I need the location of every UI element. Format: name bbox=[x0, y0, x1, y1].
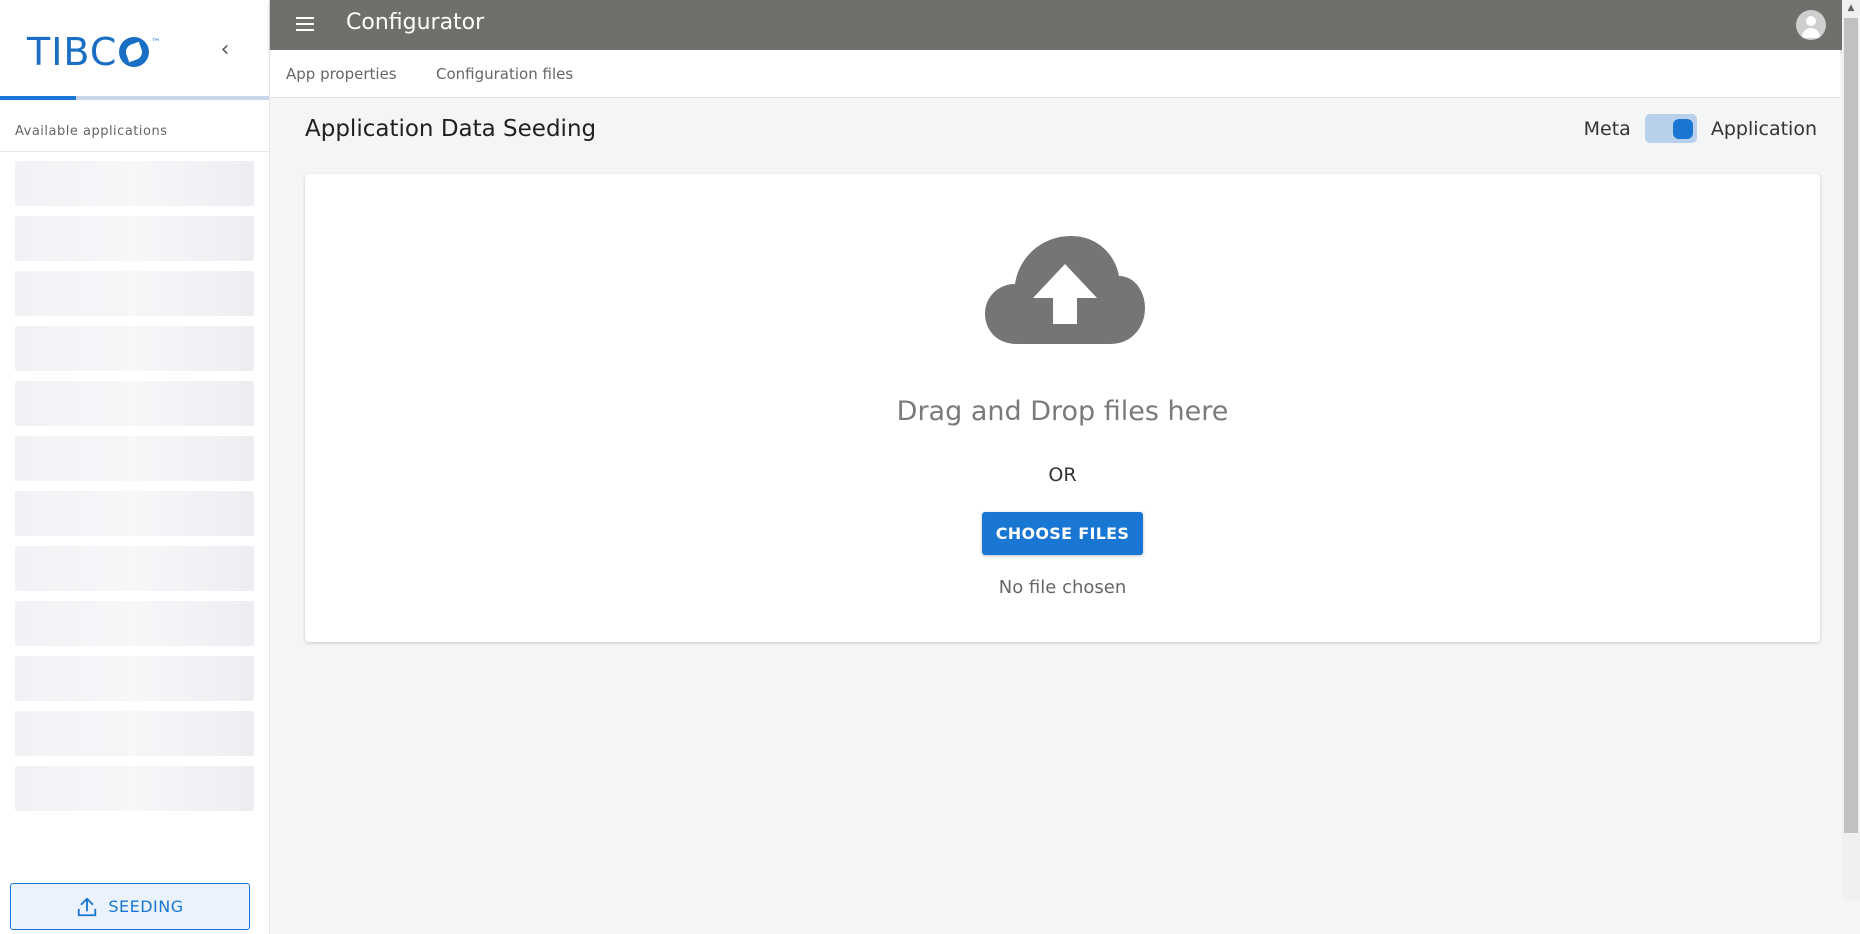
sidebar: TIBC ™ ‹ Available applications SEEDING bbox=[0, 0, 270, 934]
list-item-skeleton bbox=[15, 436, 254, 481]
seeding-mode-switch[interactable] bbox=[1644, 114, 1697, 143]
seeding-button[interactable]: SEEDING bbox=[10, 883, 250, 930]
list-item-skeleton bbox=[15, 601, 254, 646]
scroll-thumb[interactable] bbox=[1844, 18, 1858, 833]
application-list bbox=[0, 152, 269, 811]
logo-trademark: ™ bbox=[151, 38, 162, 48]
or-separator: OR bbox=[1048, 464, 1077, 486]
logo-text: TIBC bbox=[27, 30, 118, 74]
list-item-skeleton bbox=[15, 381, 254, 426]
account-avatar-icon[interactable] bbox=[1796, 10, 1826, 40]
meta-application-toggle: Meta Application bbox=[1584, 114, 1817, 143]
list-item-skeleton bbox=[15, 161, 254, 206]
list-item-skeleton bbox=[15, 326, 254, 371]
drag-drop-text: Drag and Drop files here bbox=[896, 396, 1229, 427]
app-title: Configurator bbox=[346, 10, 485, 35]
file-status-text: No file chosen bbox=[998, 577, 1127, 598]
toggle-right-label: Application bbox=[1710, 117, 1817, 140]
loading-progress-bar bbox=[0, 96, 76, 100]
vertical-scrollbar[interactable]: ▲ bbox=[1842, 0, 1860, 900]
logo-mark-icon bbox=[119, 37, 150, 67]
top-app-bar: Configurator bbox=[270, 0, 1842, 50]
scroll-up-arrow-icon[interactable]: ▲ bbox=[1842, 0, 1860, 16]
file-dropzone[interactable]: Drag and Drop files here OR CHOOSE FILES… bbox=[305, 174, 1820, 642]
list-item-skeleton bbox=[15, 491, 254, 536]
seeding-label: SEEDING bbox=[108, 897, 184, 916]
list-item-skeleton bbox=[15, 711, 254, 756]
available-applications-label: Available applications bbox=[0, 100, 269, 152]
page-title: Application Data Seeding bbox=[305, 116, 597, 142]
toggle-left-label: Meta bbox=[1583, 117, 1631, 140]
tab-configuration-files[interactable]: Configuration files bbox=[436, 65, 573, 83]
list-item-skeleton bbox=[15, 766, 254, 811]
collapse-sidebar-icon[interactable]: ‹ bbox=[214, 36, 236, 64]
hamburger-menu-icon[interactable] bbox=[294, 13, 316, 37]
choose-files-button[interactable]: CHOOSE FILES bbox=[982, 512, 1143, 555]
tab-app-properties[interactable]: App properties bbox=[286, 65, 397, 83]
upload-icon bbox=[78, 897, 97, 916]
tibco-logo: TIBC ™ bbox=[27, 30, 161, 74]
list-item-skeleton bbox=[15, 271, 254, 316]
cloud-upload-icon bbox=[985, 236, 1145, 344]
list-item-skeleton bbox=[15, 656, 254, 701]
tab-bar: App properties Configuration files bbox=[270, 50, 1840, 98]
list-item-skeleton bbox=[15, 216, 254, 261]
sidebar-header: TIBC ™ ‹ bbox=[0, 0, 269, 100]
list-item-skeleton bbox=[15, 546, 254, 591]
